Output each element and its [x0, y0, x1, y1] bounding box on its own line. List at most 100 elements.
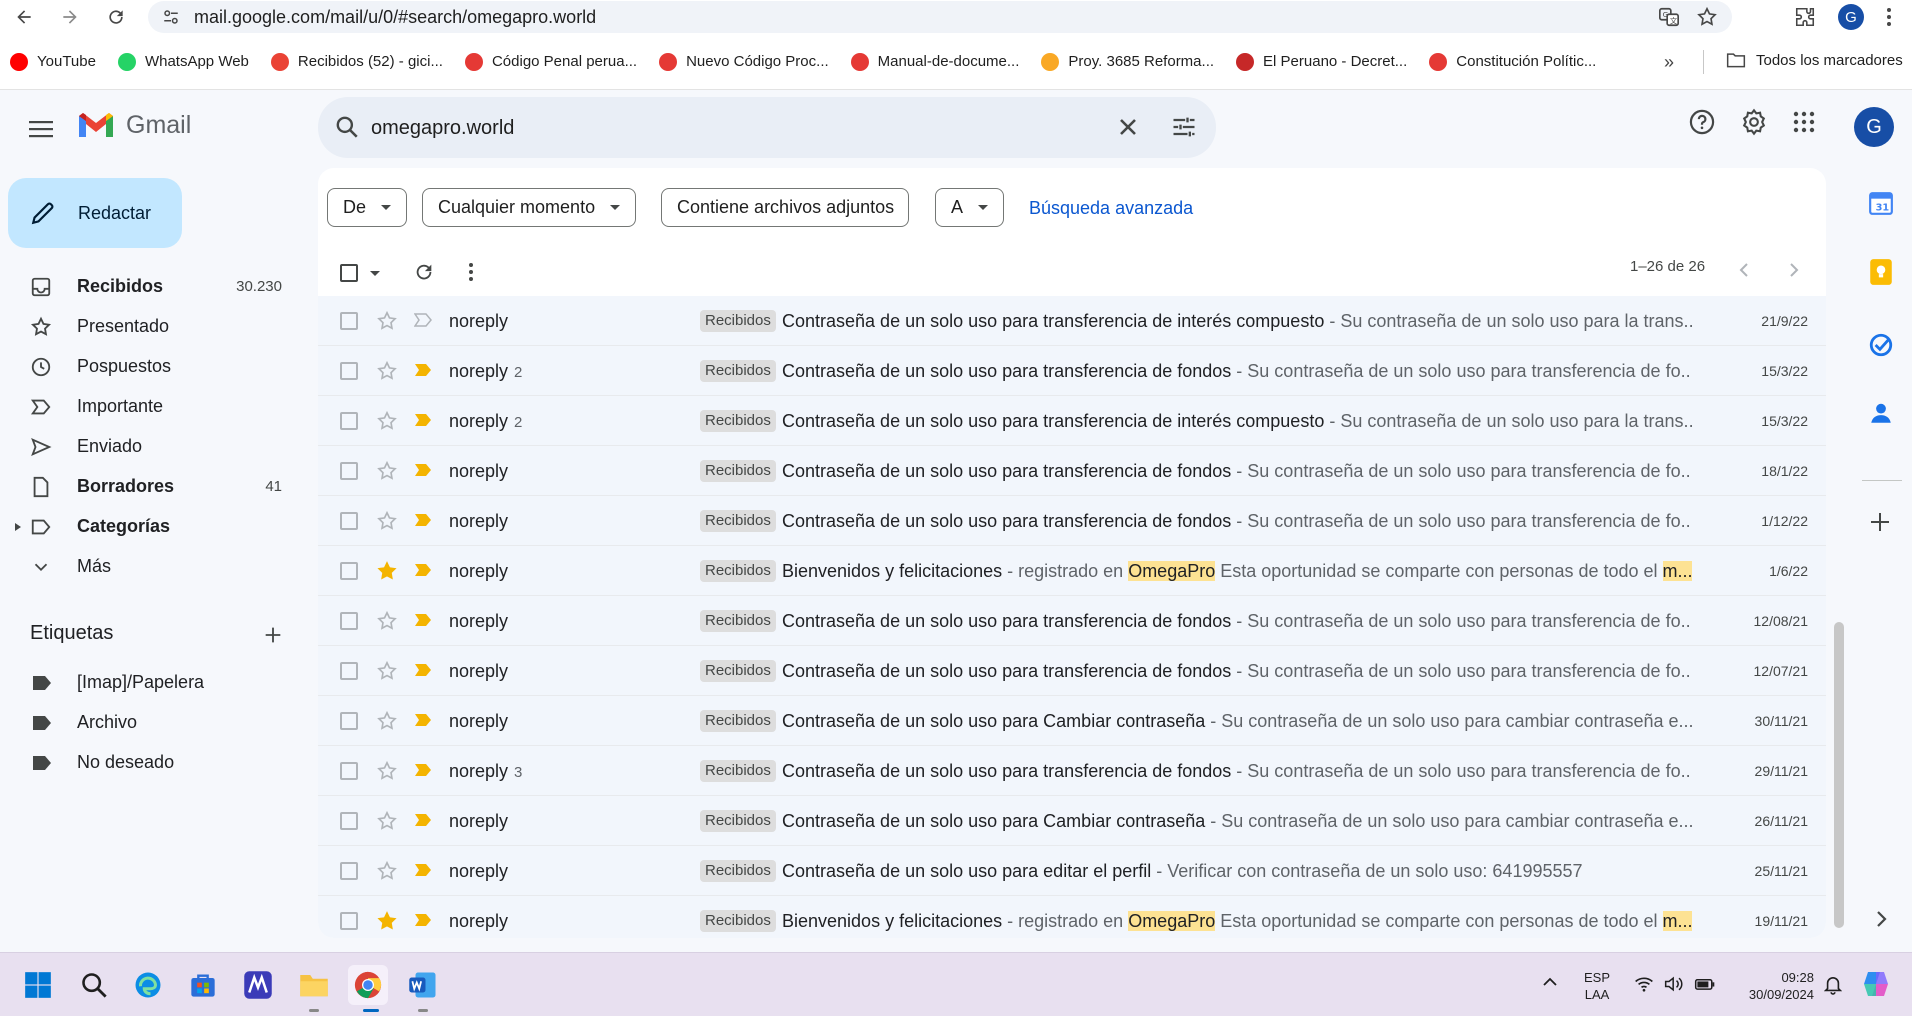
- bookmark-star-icon[interactable]: [1696, 6, 1718, 28]
- email-row[interactable]: noreply Recibidos Bienvenidos y felicitaci…: [318, 896, 1826, 938]
- sidebar-item-presentado[interactable]: Presentado: [0, 307, 300, 347]
- search-icon[interactable]: [334, 114, 360, 140]
- email-row[interactable]: noreply Recibidos Contraseña de un solo us…: [318, 596, 1826, 646]
- star-icon[interactable]: [376, 610, 398, 632]
- email-row[interactable]: noreply Recibidos Contraseña de un solo us…: [318, 846, 1826, 896]
- inbox-label-badge[interactable]: Recibidos: [700, 510, 776, 532]
- expand-side-panel-icon[interactable]: [1876, 910, 1888, 928]
- row-checkbox[interactable]: [340, 412, 358, 430]
- inbox-label-badge[interactable]: Recibidos: [700, 660, 776, 682]
- bookmark-item[interactable]: YouTube: [10, 52, 96, 71]
- row-checkbox[interactable]: [340, 512, 358, 530]
- inbox-label-badge[interactable]: Recibidos: [700, 310, 776, 332]
- email-row[interactable]: noreply Recibidos Contraseña de un solo us…: [318, 496, 1826, 546]
- important-marker-icon[interactable]: [414, 363, 432, 377]
- taskbar-file-explorer[interactable]: [294, 965, 334, 1005]
- forward-button[interactable]: [56, 3, 84, 31]
- apps-grid-icon[interactable]: [1792, 110, 1816, 134]
- inbox-label-badge[interactable]: Recibidos: [700, 810, 776, 832]
- row-checkbox[interactable]: [340, 312, 358, 330]
- important-marker-icon[interactable]: [414, 863, 432, 877]
- inbox-label-badge[interactable]: Recibidos: [700, 560, 776, 582]
- filter-to-chip[interactable]: A: [935, 188, 1005, 227]
- taskbar-chrome[interactable]: [348, 965, 388, 1005]
- bookmark-item[interactable]: WhatsApp Web: [117, 52, 249, 71]
- wifi-icon[interactable]: [1634, 975, 1654, 993]
- row-checkbox[interactable]: [340, 762, 358, 780]
- inbox-label-badge[interactable]: Recibidos: [700, 760, 776, 782]
- browser-menu-icon[interactable]: [1886, 7, 1892, 27]
- star-icon[interactable]: [376, 660, 398, 682]
- address-bar[interactable]: mail.google.com/mail/u/0/#search/omegapr…: [148, 1, 1732, 33]
- copilot-icon[interactable]: [1860, 969, 1892, 999]
- select-all-checkbox[interactable]: [340, 264, 358, 282]
- bookmark-item[interactable]: El Peruano - Decret...: [1236, 52, 1407, 71]
- inbox-label-badge[interactable]: Recibidos: [700, 860, 776, 882]
- important-marker-icon[interactable]: [414, 463, 432, 477]
- inbox-label-badge[interactable]: Recibidos: [700, 360, 776, 382]
- star-filled-icon[interactable]: [376, 560, 398, 582]
- row-checkbox[interactable]: [340, 912, 358, 930]
- chevron-up-icon[interactable]: [1542, 977, 1558, 987]
- compose-button[interactable]: Redactar: [8, 178, 182, 248]
- extensions-icon[interactable]: [1794, 6, 1816, 28]
- input-language-indicator[interactable]: ESP LAA: [1584, 969, 1610, 1003]
- battery-icon[interactable]: [1694, 975, 1716, 993]
- important-marker-icon[interactable]: [414, 813, 432, 827]
- row-checkbox[interactable]: [340, 362, 358, 380]
- add-label-icon[interactable]: [262, 624, 284, 646]
- star-icon[interactable]: [376, 360, 398, 382]
- bookmarks-overflow-button[interactable]: »: [1664, 52, 1674, 73]
- advanced-search-link[interactable]: Búsqueda avanzada: [1029, 198, 1193, 219]
- star-icon[interactable]: [376, 760, 398, 782]
- star-icon[interactable]: [376, 710, 398, 732]
- row-checkbox[interactable]: [340, 562, 358, 580]
- row-checkbox[interactable]: [340, 812, 358, 830]
- system-clock[interactable]: 09:28 30/09/2024: [1734, 969, 1814, 1003]
- bookmark-item[interactable]: Nuevo Código Proc...: [659, 52, 829, 71]
- star-icon[interactable]: [376, 310, 398, 332]
- keep-icon[interactable]: [1868, 258, 1894, 286]
- important-marker-icon[interactable]: [414, 413, 432, 427]
- sidebar-item-enviado[interactable]: Enviado: [0, 427, 300, 467]
- email-row[interactable]: noreply Recibidos Contraseña de un solo us…: [318, 696, 1826, 746]
- taskbar-edge[interactable]: [128, 965, 168, 1005]
- start-button[interactable]: [18, 965, 58, 1005]
- row-checkbox[interactable]: [340, 712, 358, 730]
- caret-down-icon[interactable]: [370, 271, 380, 277]
- sidebar-item-mas[interactable]: Más: [0, 547, 300, 587]
- star-icon[interactable]: [376, 860, 398, 882]
- star-filled-icon[interactable]: [376, 910, 398, 932]
- main-menu-button[interactable]: [26, 114, 56, 144]
- account-avatar[interactable]: G: [1854, 107, 1894, 147]
- inbox-label-badge[interactable]: Recibidos: [700, 910, 776, 932]
- sidebar-item-pospuestos[interactable]: Pospuestos: [0, 347, 300, 387]
- email-row[interactable]: noreply Recibidos Contraseña de un solo us…: [318, 796, 1826, 846]
- sidebar-item-importante[interactable]: Importante: [0, 387, 300, 427]
- refresh-icon[interactable]: [413, 261, 435, 283]
- inbox-label-badge[interactable]: Recibidos: [700, 610, 776, 632]
- filter-time-chip[interactable]: Cualquier momento: [422, 188, 637, 227]
- label-item[interactable]: Archivo: [0, 703, 300, 743]
- inbox-label-badge[interactable]: Recibidos: [700, 410, 776, 432]
- clear-search-icon[interactable]: [1114, 113, 1142, 141]
- chevron-left-icon[interactable]: [1738, 262, 1750, 278]
- inbox-label-badge[interactable]: Recibidos: [700, 460, 776, 482]
- bookmark-item[interactable]: Constitución Polític...: [1429, 52, 1596, 71]
- important-marker-icon[interactable]: [414, 713, 432, 727]
- taskbar-store[interactable]: [183, 965, 223, 1005]
- row-checkbox[interactable]: [340, 462, 358, 480]
- sidebar-item-borradores[interactable]: Borradores 41: [0, 467, 300, 507]
- bookmark-item[interactable]: Código Penal perua...: [464, 52, 637, 71]
- star-icon[interactable]: [376, 460, 398, 482]
- contacts-icon[interactable]: [1868, 400, 1894, 426]
- chevron-right-icon[interactable]: [1788, 262, 1800, 278]
- important-marker-icon[interactable]: [414, 663, 432, 677]
- important-marker-icon[interactable]: [414, 913, 432, 927]
- sidebar-item-categorias[interactable]: Categorías: [0, 507, 300, 547]
- star-icon[interactable]: [376, 410, 398, 432]
- search-options-icon[interactable]: [1170, 113, 1198, 141]
- row-checkbox[interactable]: [340, 612, 358, 630]
- sidebar-item-recibidos[interactable]: Recibidos 30.230: [0, 267, 300, 307]
- gmail-logo[interactable]: Gmail: [76, 110, 191, 140]
